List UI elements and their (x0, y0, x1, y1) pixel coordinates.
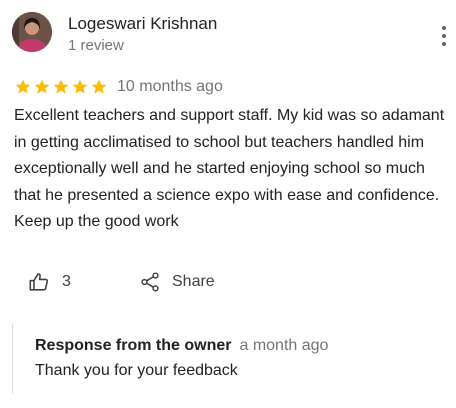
star-icon (91, 79, 107, 94)
star-icon (72, 79, 88, 94)
share-icon (141, 272, 159, 292)
reviewer-review-count: 1 review (68, 37, 124, 54)
share-button[interactable]: Share (139, 270, 215, 294)
review-time: 10 months ago (117, 78, 223, 95)
owner-response-text: Thank you for your feedback (35, 362, 238, 379)
reviewer-avatar[interactable] (12, 12, 52, 52)
rating-row: 10 months ago (14, 76, 223, 98)
reviewer-name[interactable]: Logeswari Krishnan (68, 14, 217, 34)
more-vert-icon-dot (442, 42, 446, 46)
owner-response-header: Response from the owner a month ago (35, 337, 328, 355)
star-icon (53, 79, 69, 94)
thumb-up-icon (29, 273, 49, 291)
share-label: Share (172, 273, 215, 290)
star-icon (15, 79, 31, 94)
star-icon (34, 79, 50, 94)
review-text: Excellent teachers and support staff. My… (14, 107, 445, 230)
like-button[interactable]: 3 (28, 270, 71, 294)
like-count: 3 (62, 273, 71, 290)
owner-response-time: a month ago (239, 337, 329, 354)
more-vert-icon-dot (442, 26, 446, 30)
avatar-image (12, 12, 52, 52)
more-options-button[interactable] (436, 26, 452, 46)
owner-response: Response from the owner a month ago Thank… (12, 324, 433, 394)
owner-response-title: Response from the owner (35, 337, 232, 354)
star-rating (14, 78, 108, 96)
more-vert-icon-dot (442, 34, 446, 38)
